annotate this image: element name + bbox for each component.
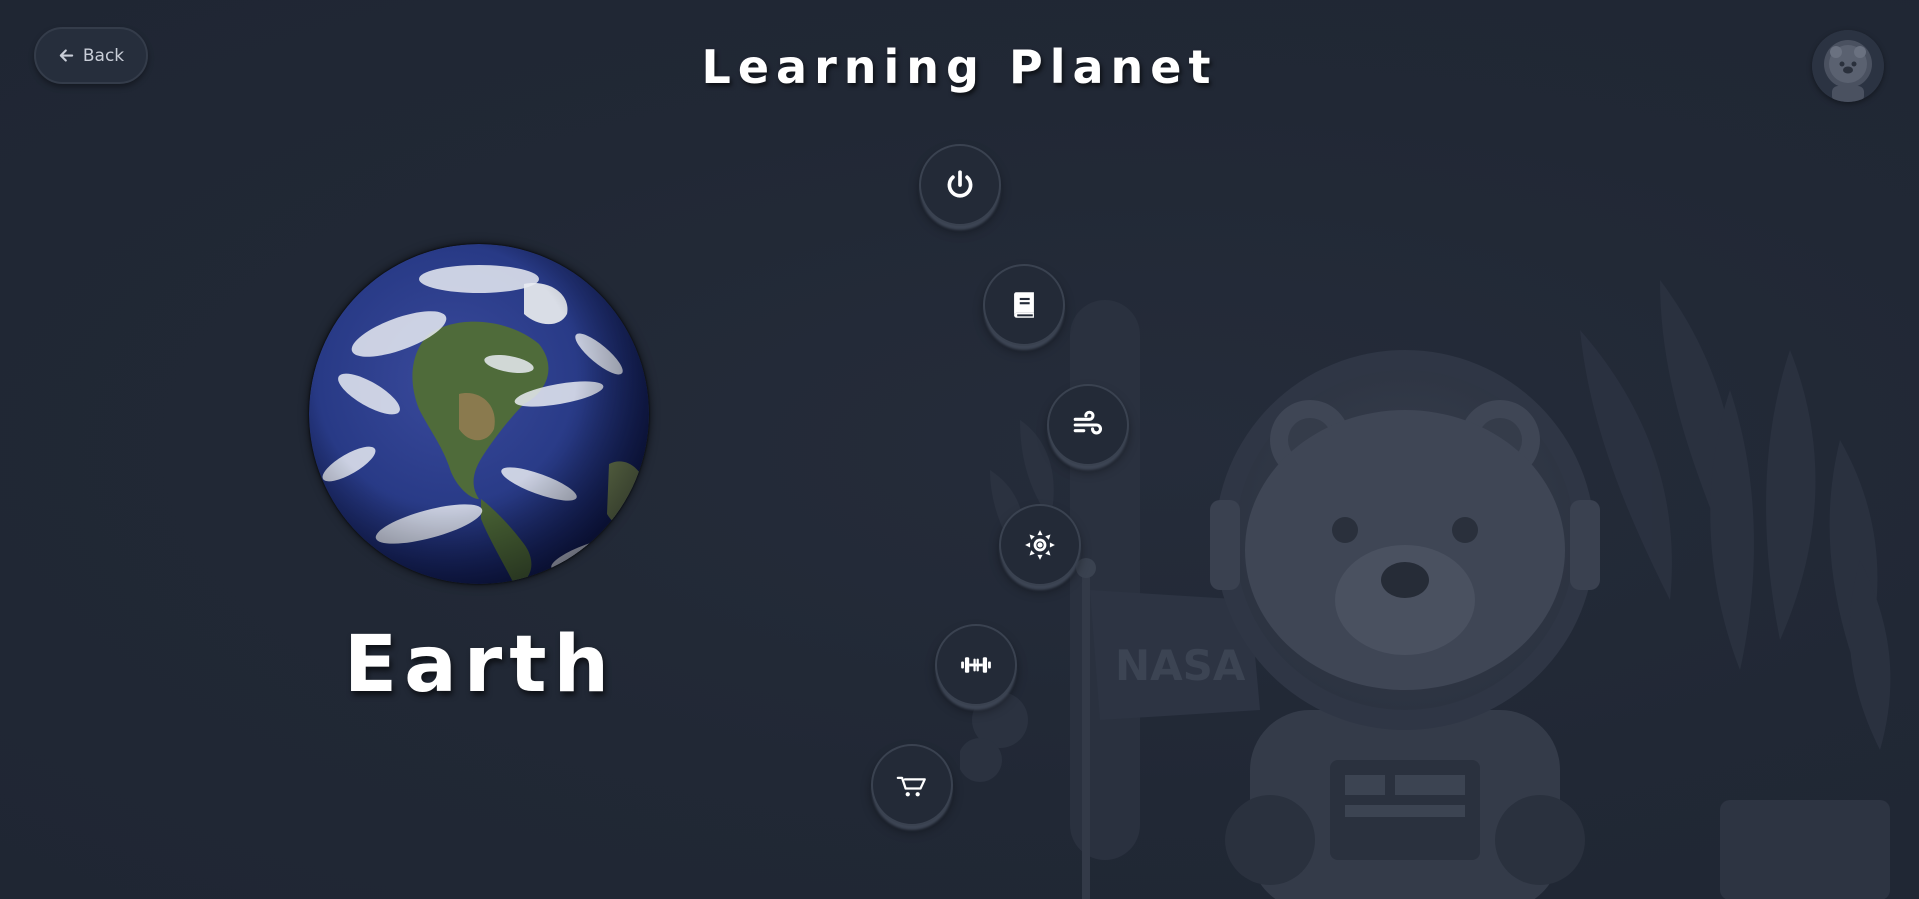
dumbbell-icon [961,657,991,673]
sun-button[interactable] [999,504,1081,586]
nasa-flag-text: NASA [1115,641,1246,690]
wind-button[interactable] [1047,384,1129,466]
astronaut-bear-avatar-icon [1812,30,1884,102]
astronaut-bear-illustration: NASA [960,280,1891,899]
wind-icon [1073,410,1102,435]
planet-name: Earth [343,620,617,710]
sun-icon [1025,530,1055,560]
user-avatar[interactable] [1812,30,1884,102]
earth-planet-image[interactable] [309,244,649,584]
app-screen: NASA Back Learning Planet Earth [0,0,1919,899]
power-icon [947,170,973,198]
cart-icon [896,776,926,797]
power-button[interactable] [919,144,1001,226]
book-icon [1014,292,1034,318]
cart-button[interactable] [871,744,953,826]
page-title: Learning Planet [701,40,1218,94]
dumbbell-button[interactable] [935,624,1017,706]
book-button[interactable] [983,264,1065,346]
